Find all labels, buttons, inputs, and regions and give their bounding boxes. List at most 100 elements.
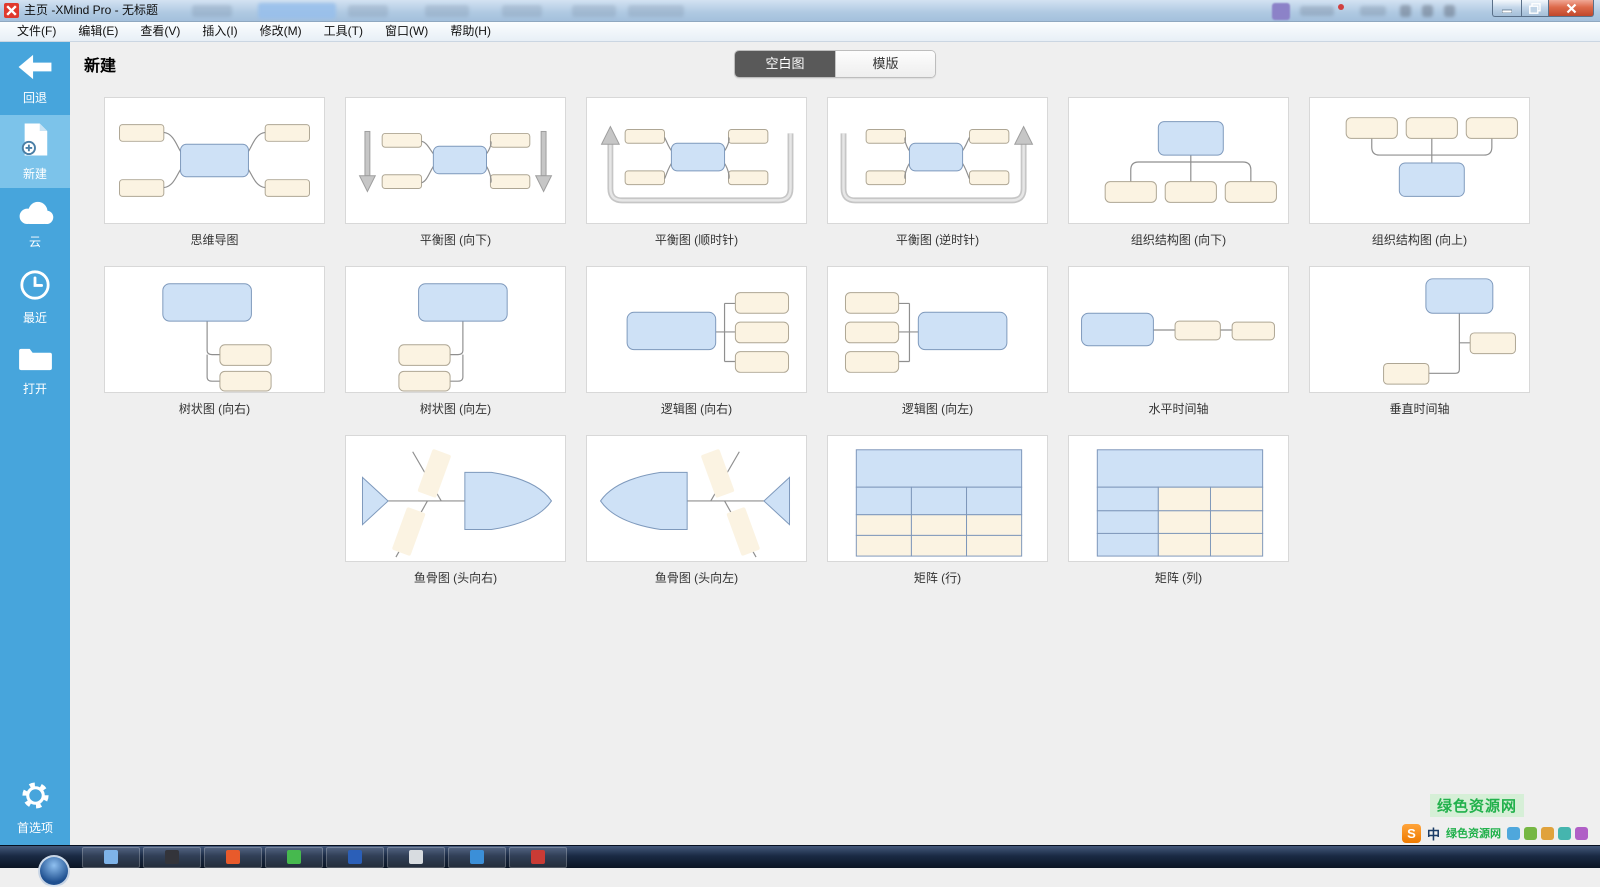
window-title: 主页 -XMind Pro - 无标题	[24, 0, 158, 21]
template-card-fishbone-right[interactable]: 鱼骨图 (头向右)	[345, 435, 566, 584]
template-card-timeline-h[interactable]: 水平时间轴	[1068, 266, 1289, 415]
tab-templates[interactable]: 模版	[835, 51, 935, 77]
template-label: 矩阵 (行)	[827, 569, 1048, 584]
template-card-tree-right[interactable]: 树状图 (向右)	[104, 266, 325, 415]
template-thumbnail-fishbone-left	[586, 435, 807, 562]
tray-icon-4[interactable]	[1558, 827, 1571, 840]
background-window-artifact	[348, 5, 388, 17]
template-card-balance-down[interactable]: 平衡图 (向下)	[345, 97, 566, 246]
taskbar-app-2[interactable]	[143, 847, 201, 868]
tray-icon-2[interactable]	[1524, 827, 1537, 840]
template-label: 逻辑图 (向右)	[586, 400, 807, 415]
sidebar-item-label: 打开	[23, 380, 47, 397]
template-thumbnail-balance-down	[345, 97, 566, 224]
system-tray: S 中 绿色资源网	[1402, 822, 1588, 844]
template-card-tree-left[interactable]: 树状图 (向左)	[345, 266, 566, 415]
sidebar-item-cloud[interactable]: 云	[0, 188, 70, 261]
taskbar-app-icon-4	[287, 850, 301, 864]
background-window-artifact	[1400, 5, 1411, 17]
close-button[interactable]	[1549, 0, 1594, 17]
taskbar-app-6[interactable]	[387, 847, 445, 868]
template-label: 组织结构图 (向上)	[1309, 231, 1530, 246]
page-title: 新建	[84, 52, 116, 76]
template-card-balance-cw[interactable]: 平衡图 (顺时针)	[586, 97, 807, 246]
taskbar-app-5[interactable]	[326, 847, 384, 868]
ime-language-indicator[interactable]: 中	[1427, 824, 1440, 843]
template-card-mind-map[interactable]: 思维导图	[104, 97, 325, 246]
taskbar-app-1[interactable]	[82, 847, 140, 868]
template-thumbnail-logic-right	[586, 266, 807, 393]
taskbar-app-icon-8	[531, 850, 545, 864]
minimize-button[interactable]	[1492, 0, 1521, 17]
back-arrow-icon	[16, 52, 54, 84]
taskbar-app-8[interactable]	[509, 847, 567, 868]
template-label: 鱼骨图 (头向左)	[586, 569, 807, 584]
menu-item-3[interactable]: 查看(V)	[129, 22, 191, 41]
template-label: 水平时间轴	[1068, 400, 1289, 415]
menu-item-2[interactable]: 编辑(E)	[67, 22, 129, 41]
tray-icon-5[interactable]	[1575, 827, 1588, 840]
background-window-artifact	[1360, 6, 1386, 16]
gear-icon	[20, 780, 51, 814]
sidebar-item-open[interactable]: 打开	[0, 334, 70, 407]
background-window-artifact	[1422, 5, 1433, 17]
background-window-artifact	[1338, 4, 1344, 10]
taskbar-app-icon-7	[470, 850, 484, 864]
taskbar	[0, 845, 1600, 868]
sidebar-item-recent[interactable]: 最近	[0, 261, 70, 334]
template-thumbnail-tree-right	[104, 266, 325, 393]
title-bar: 主页 -XMind Pro - 无标题	[0, 0, 1600, 22]
template-card-timeline-v[interactable]: 垂直时间轴	[1309, 266, 1530, 415]
tray-icon-1[interactable]	[1507, 827, 1520, 840]
template-label: 矩阵 (列)	[1068, 569, 1289, 584]
menu-item-6[interactable]: 工具(T)	[313, 22, 374, 41]
template-card-matrix-row[interactable]: 矩阵 (行)	[827, 435, 1048, 584]
template-card-fishbone-left[interactable]: 鱼骨图 (头向左)	[586, 435, 807, 584]
background-window-artifact	[1300, 6, 1334, 16]
sidebar-item-label: 新建	[23, 165, 47, 182]
taskbar-apps	[82, 847, 567, 868]
template-thumbnail-matrix-col	[1068, 435, 1289, 562]
menu-item-4[interactable]: 插入(I)	[191, 22, 248, 41]
sidebar-item-preferences[interactable]: 首选项	[0, 770, 70, 845]
template-label: 垂直时间轴	[1309, 400, 1530, 415]
background-window-artifact	[192, 5, 232, 17]
sogou-ime-icon[interactable]: S	[1402, 824, 1421, 843]
template-card-matrix-col[interactable]: 矩阵 (列)	[1068, 435, 1289, 584]
taskbar-app-4[interactable]	[265, 847, 323, 868]
template-thumbnail-org-up	[1309, 97, 1530, 224]
start-button[interactable]	[38, 855, 70, 887]
taskbar-app-7[interactable]	[448, 847, 506, 868]
template-card-balance-ccw[interactable]: 平衡图 (逆时针)	[827, 97, 1048, 246]
menu-item-1[interactable]: 文件(F)	[6, 22, 67, 41]
sidebar-item-new[interactable]: 新建	[0, 115, 70, 188]
background-window-artifact	[1444, 5, 1455, 17]
template-thumbnail-timeline-h	[1068, 266, 1289, 393]
background-window-artifact	[425, 5, 469, 17]
template-card-logic-right[interactable]: 逻辑图 (向右)	[586, 266, 807, 415]
template-grid: 思维导图平衡图 (向下) 平衡图 (顺时针) 平衡图 (逆时针)组织结构图 (向…	[104, 97, 1550, 604]
background-window-artifact	[258, 3, 336, 19]
template-label: 树状图 (向左)	[345, 400, 566, 415]
template-thumbnail-fishbone-right	[345, 435, 566, 562]
tab-blank-maps[interactable]: 空白图	[735, 51, 835, 77]
template-thumbnail-balance-ccw	[827, 97, 1048, 224]
background-window-artifact	[1272, 3, 1290, 20]
maximize-restore-button[interactable]	[1521, 0, 1549, 17]
menu-item-7[interactable]: 窗口(W)	[374, 22, 439, 41]
menu-item-8[interactable]: 帮助(H)	[439, 22, 502, 41]
template-thumbnail-matrix-row	[827, 435, 1048, 562]
sidebar-item-back[interactable]: 回退	[0, 42, 70, 115]
template-label: 逻辑图 (向左)	[827, 400, 1048, 415]
background-window-artifact	[502, 5, 542, 17]
menu-item-5[interactable]: 修改(M)	[249, 22, 313, 41]
tray-icons	[1507, 827, 1588, 840]
cloud-icon	[15, 200, 55, 228]
tray-icon-3[interactable]	[1541, 827, 1554, 840]
taskbar-app-3[interactable]	[204, 847, 262, 868]
window-controls	[1492, 0, 1594, 17]
template-thumbnail-tree-left	[345, 266, 566, 393]
template-card-org-up[interactable]: 组织结构图 (向上)	[1309, 97, 1530, 246]
template-card-logic-left[interactable]: 逻辑图 (向左)	[827, 266, 1048, 415]
template-card-org-down[interactable]: 组织结构图 (向下)	[1068, 97, 1289, 246]
